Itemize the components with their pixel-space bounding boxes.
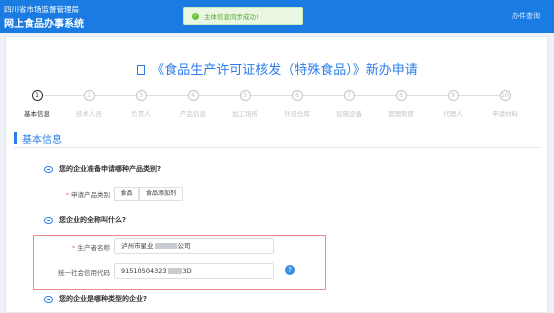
credit-code-label: 统一社会信用代码 bbox=[58, 269, 110, 277]
redacted-mask bbox=[154, 243, 177, 249]
page-title-text: 《食品生产许可证核发（特殊食品）》新办申请 bbox=[151, 63, 418, 78]
page-title: 《食品生产许可证核发（特殊食品）》新办申请 bbox=[6, 59, 549, 78]
section-accent-bar bbox=[14, 132, 17, 144]
section-header: 基本信息 bbox=[14, 130, 541, 148]
question-text: 您企业的全称叫什么? bbox=[59, 216, 127, 224]
chat-bubble-icon bbox=[44, 295, 53, 303]
step-label: 申请材料 bbox=[492, 110, 518, 118]
document-icon bbox=[137, 65, 146, 75]
step-number: 9 bbox=[447, 90, 459, 101]
redacted-mask bbox=[167, 268, 182, 274]
step-number: 7 bbox=[343, 90, 355, 101]
step-number: 10 bbox=[499, 90, 511, 101]
system-name: 网上食品办事系统 bbox=[4, 19, 84, 30]
step-number: 1 bbox=[31, 90, 43, 101]
credit-code-input[interactable]: 91510504323 3D bbox=[114, 263, 274, 279]
chat-bubble-icon bbox=[44, 165, 53, 173]
option-food[interactable]: 食品 bbox=[114, 187, 139, 201]
step-6[interactable]: 6 外设仓库 bbox=[272, 90, 322, 118]
step-label: 技术人员 bbox=[76, 110, 102, 118]
step-label: 基本信息 bbox=[24, 110, 50, 118]
chat-bubble-icon bbox=[44, 216, 53, 224]
step-label: 管理制度 bbox=[388, 110, 414, 118]
case-query-link[interactable]: 办件查询 bbox=[512, 11, 540, 21]
org-name: 四川省市场监督管理局 bbox=[4, 5, 79, 14]
step-4[interactable]: 4 产品信息 bbox=[168, 90, 218, 118]
step-number: 5 bbox=[239, 90, 251, 101]
step-2[interactable]: 2 技术人员 bbox=[64, 90, 114, 118]
producer-name-label: * 生产者名称 bbox=[72, 244, 110, 252]
question-company-name: 您企业的全称叫什么? bbox=[44, 215, 126, 225]
toast-text: 主体信息同步成功! bbox=[204, 13, 259, 21]
step-label: 加工场所 bbox=[232, 110, 258, 118]
step-9[interactable]: 9 代理人 bbox=[428, 90, 478, 118]
step-1[interactable]: 1 基本信息 bbox=[12, 90, 62, 118]
step-label: 负责人 bbox=[131, 110, 151, 118]
producer-name-input[interactable]: 泸州市星业 公司 bbox=[114, 238, 274, 254]
question-product-category: 您的企业准备申请哪种产品类别? bbox=[44, 164, 161, 174]
check-circle-icon: ✓ bbox=[192, 12, 199, 20]
step-7[interactable]: 7 设施设备 bbox=[324, 90, 374, 118]
product-category-label: * 申请产品类别 bbox=[65, 191, 110, 199]
step-number: 6 bbox=[291, 90, 303, 101]
step-number: 8 bbox=[395, 90, 407, 101]
help-icon[interactable]: ? bbox=[285, 265, 295, 275]
option-food-additive[interactable]: 食品添加剂 bbox=[139, 187, 183, 201]
step-10[interactable]: 10 申请材料 bbox=[480, 90, 530, 118]
step-number: 2 bbox=[83, 90, 95, 101]
step-label: 外设仓库 bbox=[284, 110, 310, 118]
step-5[interactable]: 5 加工场所 bbox=[220, 90, 270, 118]
application-form: 《食品生产许可证核发（特殊食品）》新办申请 1 基本信息 2 技术人员 3 负责人 4 产品信… bbox=[5, 36, 548, 313]
step-label: 设施设备 bbox=[336, 110, 362, 118]
step-8[interactable]: 8 管理制度 bbox=[376, 90, 426, 118]
step-progress: 1 基本信息 2 技术人员 3 负责人 4 产品信息 5 加工场所 6 外设仓库 7 设施设备 8 管理制度 9… bbox=[6, 90, 549, 120]
section-title: 基本信息 bbox=[22, 135, 62, 146]
question-company-type: 您的企业是哪种类型的企业? bbox=[44, 294, 147, 304]
success-toast: ✓ 主体信息同步成功! bbox=[183, 7, 303, 25]
question-text: 您的企业准备申请哪种产品类别? bbox=[59, 165, 162, 173]
step-label: 代理人 bbox=[443, 110, 463, 118]
step-label: 产品信息 bbox=[180, 110, 206, 118]
question-text: 您的企业是哪种类型的企业? bbox=[59, 295, 148, 303]
step-number: 3 bbox=[135, 90, 147, 101]
step-3[interactable]: 3 负责人 bbox=[116, 90, 166, 118]
step-number: 4 bbox=[187, 90, 199, 101]
